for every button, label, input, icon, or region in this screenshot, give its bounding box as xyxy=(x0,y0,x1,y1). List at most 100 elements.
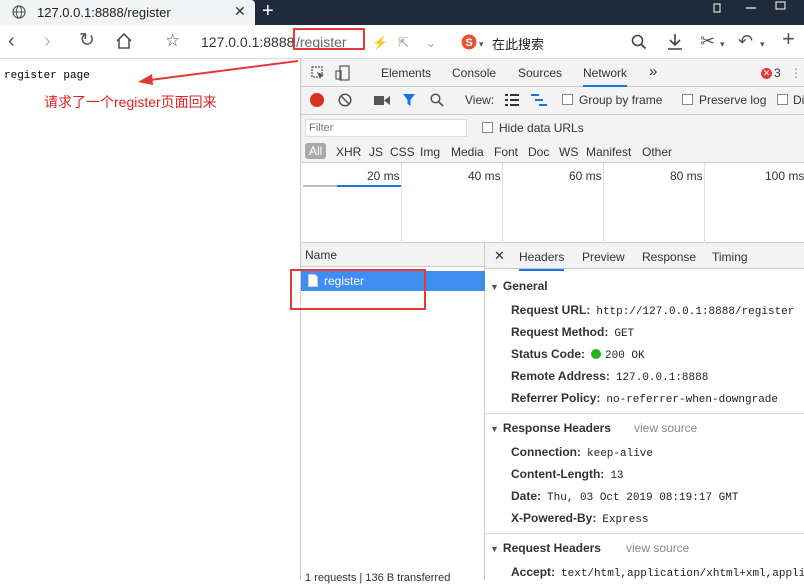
type-filter-font[interactable]: Font xyxy=(494,145,518,159)
tab-response[interactable]: Response xyxy=(642,250,696,264)
headers-detail: ▼ General Request URL: http://127.0.0.1:88… xyxy=(485,269,804,580)
tab-network[interactable]: Network xyxy=(583,66,628,87)
type-filter-media[interactable]: Media xyxy=(451,145,484,159)
request-view-source-link[interactable]: view source xyxy=(626,541,689,555)
name-column-header[interactable]: Name xyxy=(301,243,485,267)
search-engine-icon[interactable]: S xyxy=(461,34,477,50)
detail-tabbar: ✕ Headers Preview Response Timing xyxy=(485,243,804,271)
type-filter-img[interactable]: Img xyxy=(420,145,440,159)
hide-data-urls-label: Hide data URLs xyxy=(499,121,584,135)
more-tabs-icon[interactable]: » xyxy=(649,63,657,80)
browser-toolbar: ‹ › ↻ ☆ 127.0.0.1:8888 /register ⚡ ⇱ ⌄ S… xyxy=(0,25,804,59)
tab-sources[interactable]: Sources xyxy=(518,66,562,80)
inspect-element-icon[interactable] xyxy=(311,66,325,80)
timeline-bar-download xyxy=(337,185,401,187)
timeline-label: 80 ms xyxy=(670,169,703,183)
remote-address-row: Remote Address: 127.0.0.1:8888 xyxy=(511,369,708,384)
hide-data-urls-checkbox[interactable] xyxy=(482,122,493,133)
status-code-row: Status Code: 200 OK xyxy=(511,347,645,362)
camera-icon[interactable] xyxy=(374,95,390,106)
chevron-down-icon[interactable]: ⌄ xyxy=(426,31,436,55)
reload-icon[interactable]: ↻ xyxy=(79,29,95,53)
general-section-toggle[interactable]: ▼ General xyxy=(490,279,548,293)
search-icon[interactable] xyxy=(631,34,647,50)
divider xyxy=(485,533,804,534)
clear-icon[interactable] xyxy=(338,93,352,107)
expand-arrow-icon: ▼ xyxy=(490,282,499,292)
type-filter-css[interactable]: CSS xyxy=(390,145,415,159)
browser-tab[interactable]: 127.0.0.1:8888/register ✕ xyxy=(0,0,255,25)
request-url-value: http://127.0.0.1:8888/register xyxy=(596,306,795,318)
request-list: register xyxy=(290,267,485,580)
divider: ⋮ xyxy=(790,66,802,80)
search-input[interactable]: 在此搜索 xyxy=(492,34,544,53)
date-value: Thu, 03 Oct 2019 08:19:17 GMT xyxy=(547,492,739,504)
date-key: Date: xyxy=(511,489,542,503)
type-filter-doc[interactable]: Doc xyxy=(528,145,549,159)
waterfall-icon[interactable] xyxy=(531,94,547,106)
search-engine-dropdown-icon[interactable]: ▾ xyxy=(479,32,484,56)
window-controls[interactable] xyxy=(706,0,804,25)
timeline-gridline xyxy=(401,163,402,243)
device-toggle-icon[interactable] xyxy=(335,65,351,81)
date-row: Date: Thu, 03 Oct 2019 08:19:17 GMT xyxy=(511,489,738,504)
scissors-icon[interactable]: ✂ xyxy=(700,29,715,53)
filter-input[interactable] xyxy=(305,119,467,137)
lightning-icon[interactable]: ⚡ xyxy=(372,31,388,55)
tab-preview[interactable]: Preview xyxy=(582,250,625,264)
type-filter-manifest[interactable]: Manifest xyxy=(586,145,631,159)
powered-by-key: X-Powered-By: xyxy=(511,511,597,525)
close-tab-icon[interactable]: ✕ xyxy=(234,3,246,20)
timeline-label: 60 ms xyxy=(569,169,602,183)
request-method-value: GET xyxy=(614,328,635,340)
undo-dropdown-icon[interactable]: ▾ xyxy=(760,32,765,56)
forward-icon[interactable]: › xyxy=(44,29,51,53)
preserve-log-checkbox[interactable] xyxy=(682,94,693,105)
list-view-icon[interactable] xyxy=(505,94,519,106)
group-by-frame-label: Group by frame xyxy=(579,93,663,107)
tab-strip: 127.0.0.1:8888/register ✕ + xyxy=(0,0,804,25)
referrer-policy-value: no-referrer-when-downgrade xyxy=(606,394,779,406)
home-icon[interactable] xyxy=(114,31,134,51)
type-filter-xhr[interactable]: XHR xyxy=(336,145,361,159)
general-title: General xyxy=(502,279,548,293)
type-filter-all[interactable]: All xyxy=(305,143,327,159)
share-icon[interactable]: ⇱ xyxy=(398,31,409,55)
url-host[interactable]: 127.0.0.1:8888 xyxy=(201,34,294,50)
close-detail-icon[interactable]: ✕ xyxy=(494,248,505,264)
request-headers-toggle[interactable]: ▼ Request Headers xyxy=(490,541,601,555)
tab-elements[interactable]: Elements xyxy=(381,66,431,80)
group-by-frame-checkbox[interactable] xyxy=(562,94,573,105)
timeline-bar-waiting xyxy=(303,185,337,187)
timeline-gridline xyxy=(704,163,705,243)
add-icon[interactable]: + xyxy=(782,27,795,51)
divider xyxy=(485,413,804,414)
tab-title: 127.0.0.1:8888/register xyxy=(37,5,171,20)
search-icon[interactable] xyxy=(430,93,444,107)
response-view-source-link[interactable]: view source xyxy=(634,421,697,435)
new-tab-button[interactable]: + xyxy=(262,1,274,21)
response-headers-toggle[interactable]: ▼ Response Headers xyxy=(490,421,611,435)
type-filter-ws[interactable]: WS xyxy=(559,145,578,159)
network-timeline[interactable]: 20 ms 40 ms 60 ms 80 ms 100 ms xyxy=(301,163,804,243)
download-icon[interactable] xyxy=(666,32,684,52)
tab-console[interactable]: Console xyxy=(452,66,496,80)
record-icon[interactable] xyxy=(310,93,324,107)
error-count[interactable]: 3 xyxy=(774,66,781,80)
tab-timing[interactable]: Timing xyxy=(712,250,748,264)
network-status-bar: 1 requests | 136 B transferred xyxy=(305,572,451,584)
timeline-label: 40 ms xyxy=(468,169,501,183)
accept-value: text/html,application/xhtml+xml,applic xyxy=(561,568,804,580)
devtools-tabbar: Elements Console Sources Network » ✕ 3 ⋮ xyxy=(301,59,804,87)
connection-value: keep-alive xyxy=(587,448,654,460)
type-filter-other[interactable]: Other xyxy=(642,145,672,159)
tab-headers[interactable]: Headers xyxy=(519,250,565,271)
disable-cache-checkbox[interactable] xyxy=(777,94,788,105)
request-url-key: Request URL: xyxy=(511,303,591,317)
undo-icon[interactable]: ↶ xyxy=(738,29,753,53)
type-filter-js[interactable]: JS xyxy=(369,145,383,159)
bookmark-star-icon[interactable]: ☆ xyxy=(165,29,180,53)
filter-icon[interactable] xyxy=(402,93,416,107)
scissors-dropdown-icon[interactable]: ▾ xyxy=(720,32,725,56)
back-icon[interactable]: ‹ xyxy=(8,29,15,53)
